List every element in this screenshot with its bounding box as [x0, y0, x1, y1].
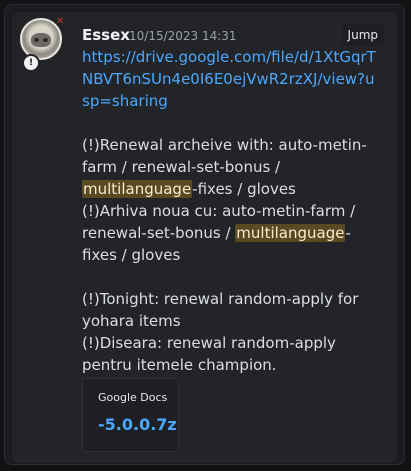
- message-content: https://drive.google.com/file/d/1XtGqrTN…: [82, 46, 382, 376]
- status-badge-icon: !: [22, 54, 40, 72]
- search-highlight: multilanguage: [82, 180, 193, 198]
- line1-text-b: -fixes / gloves: [192, 180, 296, 198]
- message-line-renewal: (!)Renewal archeive with: auto-metin-far…: [82, 134, 382, 200]
- scrollbar-track: [405, 0, 411, 471]
- file-embed[interactable]: Google Docs -5.0.0.7z: [82, 378, 179, 452]
- line1-text-a: (!)Renewal archeive with: auto-metin-far…: [82, 136, 367, 176]
- search-highlight: multilanguage: [235, 224, 346, 242]
- avatar-decoration-icon: ✕: [56, 16, 65, 27]
- message-line-arhiva: (!)Arhiva noua cu: auto-metin-farm / ren…: [82, 200, 382, 266]
- author-name[interactable]: Essex: [82, 26, 130, 44]
- avatar-eye-right: [43, 38, 48, 42]
- message-timestamp: 10/15/2023 14:31: [129, 29, 237, 43]
- avatar-eye-left: [34, 38, 39, 42]
- jump-button[interactable]: Jump: [341, 24, 384, 46]
- message-line-diseara: (!)Diseara: renewal random-apply pentru …: [82, 334, 336, 374]
- drive-link[interactable]: https://drive.google.com/file/d/1XtGqrTN…: [82, 46, 382, 112]
- embed-provider: Google Docs: [98, 391, 168, 404]
- message-line-tonight: (!)Tonight: renewal random-apply for yoh…: [82, 290, 359, 330]
- embed-title-link[interactable]: -5.0.0.7z: [98, 415, 177, 434]
